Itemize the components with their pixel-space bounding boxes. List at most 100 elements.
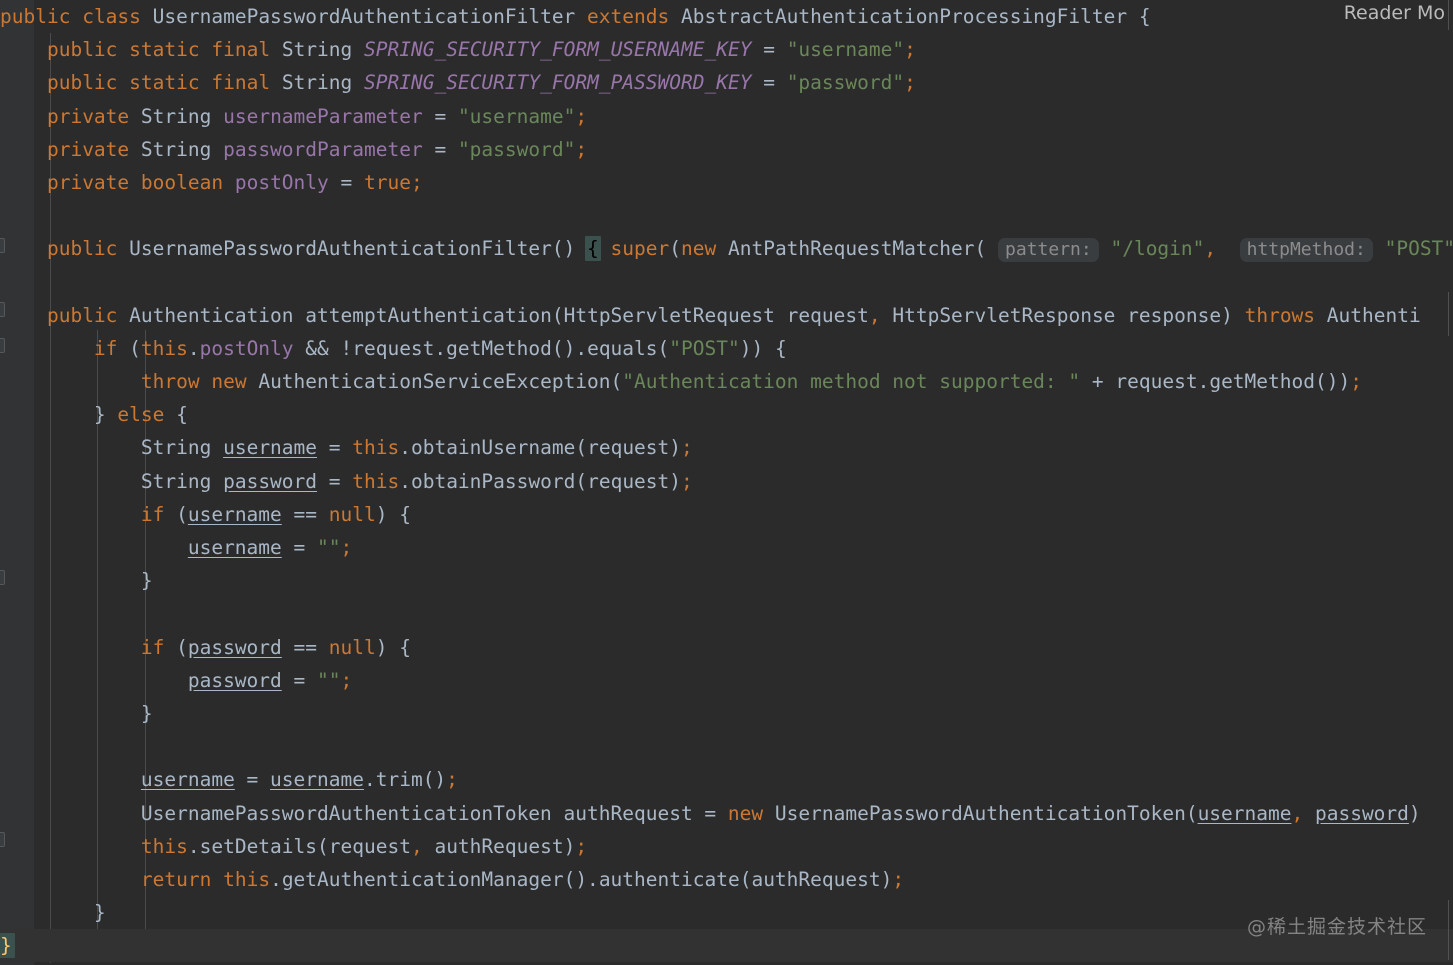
code-token: = xyxy=(693,802,728,825)
code-token: , xyxy=(1291,802,1303,825)
code-token: throws xyxy=(1245,304,1315,327)
code-token xyxy=(0,337,94,360)
code-token xyxy=(552,802,564,825)
code-token: setDetails xyxy=(200,835,317,858)
code-line[interactable]: username = username.trim(); xyxy=(0,763,1453,796)
code-token: SPRING_SECURITY_FORM_PASSWORD_KEY xyxy=(364,71,751,94)
code-token xyxy=(0,868,141,891)
code-token xyxy=(0,569,141,592)
code-token: static xyxy=(129,38,199,61)
right-edge-divider-mid xyxy=(1448,292,1449,336)
code-token: = xyxy=(282,536,317,559)
code-token: attemptAuthentication xyxy=(305,304,552,327)
code-token: } xyxy=(141,702,153,725)
code-token xyxy=(1303,802,1315,825)
code-token xyxy=(117,237,129,260)
code-token: ) { xyxy=(376,636,411,659)
code-editor[interactable]: public class UsernamePasswordAuthenticat… xyxy=(0,0,1453,965)
code-token: = xyxy=(235,768,270,791)
code-token: ) xyxy=(1409,802,1421,825)
code-token: final xyxy=(211,38,270,61)
code-line[interactable] xyxy=(0,597,1453,630)
code-token: . xyxy=(399,470,411,493)
code-line[interactable]: } xyxy=(0,896,1453,929)
code-line[interactable]: if (password == null) { xyxy=(0,631,1453,664)
code-token xyxy=(575,5,587,28)
code-token: ()) xyxy=(1315,370,1350,393)
code-token xyxy=(223,171,235,194)
code-line[interactable]: private boolean postOnly = true; xyxy=(0,166,1453,199)
code-line[interactable] xyxy=(0,199,1453,232)
code-content[interactable]: public class UsernamePasswordAuthenticat… xyxy=(0,0,1453,965)
code-line[interactable]: throw new AuthenticationServiceException… xyxy=(0,365,1453,398)
code-token: equals xyxy=(587,337,657,360)
code-line[interactable]: private String usernameParameter = "user… xyxy=(0,100,1453,133)
code-token xyxy=(0,470,141,493)
code-line[interactable]: if (this.postOnly && !request.getMethod(… xyxy=(0,332,1453,365)
code-token: getAuthenticationManager xyxy=(282,868,564,891)
code-line[interactable]: } xyxy=(0,697,1453,730)
code-token: username xyxy=(188,536,282,559)
code-token xyxy=(0,702,141,725)
code-token: static xyxy=(129,71,199,94)
code-line[interactable]: public UsernamePasswordAuthenticationFil… xyxy=(0,232,1453,265)
code-line[interactable]: String password = this.obtainPassword(re… xyxy=(0,465,1453,498)
code-token: username xyxy=(223,436,317,459)
code-token: } xyxy=(141,569,153,592)
code-token: this xyxy=(141,337,188,360)
code-line[interactable]: public Authentication attemptAuthenticat… xyxy=(0,299,1453,332)
code-line[interactable] xyxy=(0,266,1453,299)
code-token xyxy=(117,304,129,327)
code-token: = xyxy=(282,669,317,692)
code-token xyxy=(117,71,129,94)
code-token xyxy=(129,105,141,128)
code-line[interactable]: public static final String SPRING_SECURI… xyxy=(0,66,1453,99)
code-token: "" xyxy=(317,669,340,692)
code-token xyxy=(0,138,47,161)
code-token: AuthenticationServiceException xyxy=(258,370,610,393)
code-line[interactable] xyxy=(0,730,1453,763)
code-token: authRequest xyxy=(564,802,693,825)
code-token: public xyxy=(47,304,117,327)
code-line[interactable]: UsernamePasswordAuthenticationToken auth… xyxy=(0,797,1453,830)
code-token: ( xyxy=(575,470,587,493)
code-token: = xyxy=(317,436,352,459)
code-line[interactable]: this.setDetails(request, authRequest); xyxy=(0,830,1453,863)
code-token: ; xyxy=(411,171,423,194)
code-token: ( xyxy=(1186,802,1198,825)
code-line[interactable]: return this.getAuthenticationManager().a… xyxy=(0,863,1453,896)
watermark: @稀土掘金技术社区 xyxy=(1247,912,1427,939)
code-line[interactable]: private String passwordParameter = "pass… xyxy=(0,133,1453,166)
code-line[interactable]: password = ""; xyxy=(0,664,1453,697)
code-line[interactable]: if (username == null) { xyxy=(0,498,1453,531)
code-token: ; xyxy=(446,768,458,791)
code-token: "username" xyxy=(458,105,575,128)
code-line[interactable]: } xyxy=(0,564,1453,597)
code-line[interactable]: username = ""; xyxy=(0,531,1453,564)
code-line[interactable]: } xyxy=(0,929,1453,962)
code-token xyxy=(106,403,118,426)
code-line[interactable]: } else { xyxy=(0,398,1453,431)
code-token: . xyxy=(188,835,200,858)
code-token xyxy=(0,636,141,659)
code-token: getMethod xyxy=(446,337,552,360)
code-token: HttpServletRequest xyxy=(564,304,775,327)
code-token: UsernamePasswordAuthenticationToken xyxy=(141,802,552,825)
code-token: == xyxy=(282,503,329,526)
code-token: ; xyxy=(575,835,587,858)
code-line[interactable]: public class UsernamePasswordAuthenticat… xyxy=(0,0,1453,33)
reader-mode-banner[interactable]: Reader Mo xyxy=(1344,2,1445,24)
code-token: String xyxy=(141,138,211,161)
code-token: public xyxy=(47,38,117,61)
code-token: (). xyxy=(564,868,599,891)
code-line[interactable]: String username = this.obtainUsername(re… xyxy=(0,431,1453,464)
code-token: } xyxy=(94,901,106,924)
code-token xyxy=(0,105,47,128)
code-token: "" xyxy=(317,536,340,559)
code-token xyxy=(423,835,435,858)
code-token: UsernamePasswordAuthenticationFilter xyxy=(129,237,552,260)
code-line[interactable]: public static final String SPRING_SECURI… xyxy=(0,33,1453,66)
code-token: public xyxy=(0,5,70,28)
code-token: + xyxy=(1080,370,1115,393)
code-token: boolean xyxy=(141,171,223,194)
